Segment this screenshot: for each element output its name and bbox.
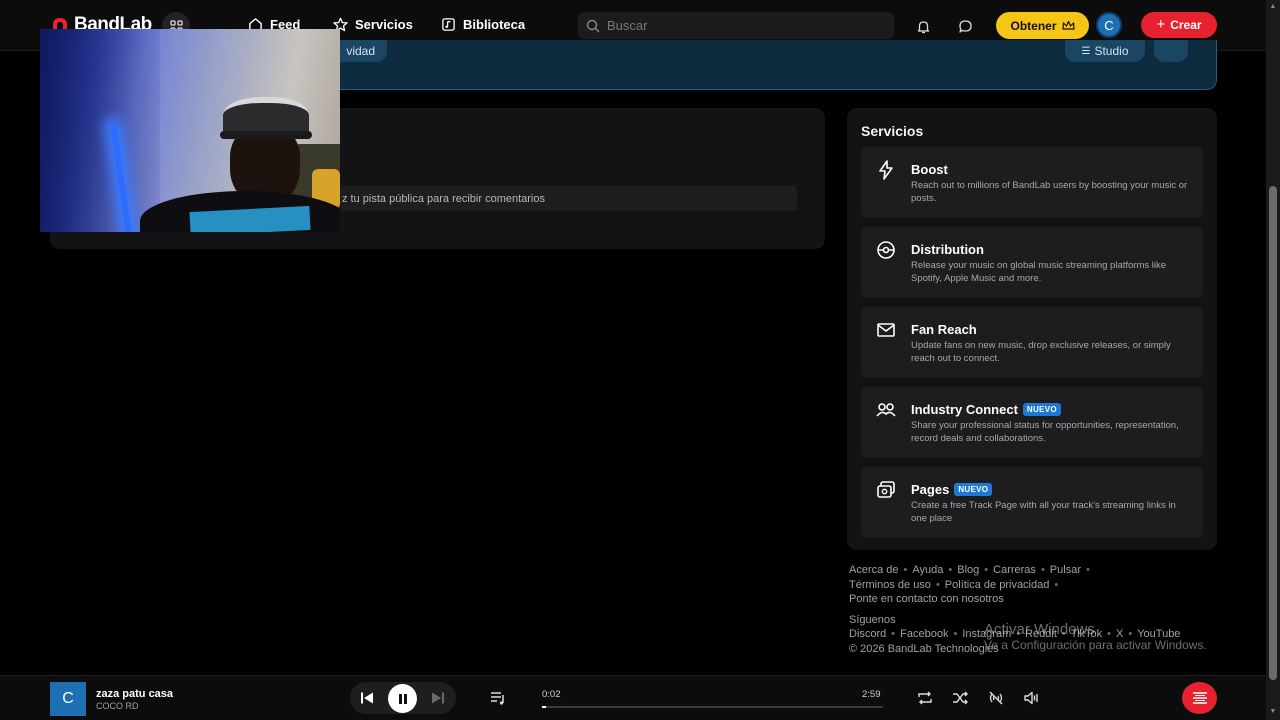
banner-left-pill-label: vidad — [346, 44, 375, 58]
copyright: © 2026 BandLab Technologies — [849, 642, 999, 655]
footer-link-contact[interactable]: Ponte en contacto con nosotros — [849, 592, 1004, 607]
pages-icon — [877, 481, 895, 498]
footer-row-3: Ponte en contacto con nosotros — [849, 592, 1229, 607]
chat-bubble-icon — [958, 19, 972, 33]
banner-studio-pill[interactable]: ☰ Studio — [1065, 40, 1145, 62]
next-track-icon[interactable] — [430, 690, 446, 706]
follow-label: Síguenos — [849, 613, 896, 626]
service-description: Create a free Track Page with all your t… — [911, 500, 1176, 524]
track-cover[interactable]: C — [50, 682, 86, 716]
windows-activation-watermark: Activar Windows Ve a Configuración para … — [984, 621, 1207, 652]
shuffle-icon[interactable] — [952, 690, 968, 706]
previous-track-icon[interactable] — [359, 690, 375, 706]
bell-icon — [917, 20, 929, 33]
bolt-icon — [879, 160, 893, 180]
social-facebook[interactable]: Facebook — [900, 627, 948, 642]
service-description: Release your music on global music strea… — [911, 260, 1167, 284]
service-name: Distribution — [911, 242, 984, 257]
footer-link-help[interactable]: Ayuda — [912, 563, 943, 578]
service-boost[interactable]: Boost Reach out to millions of BandLab u… — [861, 147, 1203, 218]
volume-icon[interactable] — [1023, 690, 1039, 706]
player-menu-button[interactable] — [1182, 682, 1217, 714]
watermark-line-2: Ve a Configuración para activar Windows. — [984, 638, 1207, 652]
footer-link-blog[interactable]: Blog — [957, 563, 979, 578]
service-pages[interactable]: Pages NUEVO Create a free Track Page wit… — [861, 467, 1203, 538]
queue-icon[interactable] — [490, 690, 506, 706]
footer-link-privacy[interactable]: Política de privacidad — [945, 578, 1050, 593]
service-name: Boost — [911, 162, 948, 177]
service-distribution[interactable]: Distribution Release your music on globa… — [861, 227, 1203, 298]
search-bar[interactable] — [578, 12, 894, 39]
radio-off-icon[interactable] — [988, 690, 1004, 706]
handshake-icon — [876, 403, 896, 417]
service-description: Update fans on new music, drop exclusive… — [911, 340, 1171, 364]
footer-link-about[interactable]: Acerca de — [849, 563, 899, 578]
new-badge: NUEVO — [1022, 403, 1061, 416]
service-industry-connect[interactable]: Industry Connect NUEVO Share your profes… — [861, 387, 1203, 458]
service-name: Pages NUEVO — [911, 482, 993, 497]
studio-icon: ☰ — [1081, 45, 1091, 57]
messages-button[interactable] — [955, 16, 975, 36]
scroll-up-arrow-icon[interactable]: ▲ — [1269, 3, 1277, 11]
create-label: Crear — [1170, 18, 1202, 32]
track-title[interactable]: zaza patu casa — [96, 688, 173, 700]
banner-studio-label: Studio — [1094, 44, 1129, 58]
scrollbar-thumb[interactable] — [1269, 186, 1277, 680]
service-fan-reach[interactable]: Fan Reach Update fans on new music, drop… — [861, 307, 1203, 378]
plus-icon: + — [1156, 16, 1166, 33]
avatar-initial: C — [1104, 17, 1114, 33]
nav-services[interactable]: Servicios — [333, 17, 413, 32]
pause-button[interactable] — [388, 684, 417, 713]
webcam-overlay — [40, 29, 340, 232]
current-time: 0:02 — [542, 689, 561, 700]
progress-fill — [542, 706, 546, 708]
services-title: Servicios — [861, 123, 924, 139]
new-badge: NUEVO — [954, 483, 993, 496]
obtain-membership-button[interactable]: Obtener — [996, 12, 1089, 39]
nav-services-label: Servicios — [355, 17, 413, 32]
watermark-line-1: Activar Windows — [984, 621, 1095, 638]
track-artist[interactable]: COCO RD — [96, 701, 139, 711]
menu-list-icon — [1192, 692, 1207, 704]
social-discord[interactable]: Discord — [849, 627, 886, 642]
progress-bar[interactable] — [542, 706, 883, 708]
search-input[interactable] — [607, 18, 867, 33]
nav-library-label: Biblioteca — [463, 17, 526, 32]
search-icon — [586, 19, 600, 32]
banner-extra-pill[interactable] — [1154, 40, 1188, 62]
obtain-label: Obtener — [1010, 18, 1057, 33]
nav-library[interactable]: Biblioteca — [441, 17, 525, 32]
mail-icon — [877, 323, 895, 337]
public-track-hint[interactable]: z tu pista pública para recibir comentar… — [340, 186, 797, 211]
scroll-down-arrow-icon[interactable]: ▼ — [1269, 708, 1277, 716]
footer-link-careers[interactable]: Carreras — [993, 563, 1036, 578]
repeat-icon[interactable] — [917, 690, 933, 706]
globe-icon — [877, 241, 895, 259]
notifications-button[interactable] — [913, 16, 933, 36]
public-track-hint-text: z tu pista pública para recibir comentar… — [342, 192, 545, 205]
service-description: Reach out to millions of BandLab users b… — [911, 180, 1188, 204]
pause-icon — [398, 693, 407, 704]
crown-icon — [1061, 20, 1075, 30]
footer-link-terms[interactable]: Términos de uso — [849, 578, 931, 593]
page-scrollbar[interactable]: ▲ ▼ — [1266, 0, 1280, 720]
services-panel: Servicios Boost Reach out to millions of… — [847, 108, 1217, 550]
audio-player: C zaza patu casa COCO RD 0:02 2:59 — [0, 675, 1266, 720]
total-time: 2:59 — [862, 689, 881, 700]
cover-initial: C — [62, 690, 74, 707]
footer-row-2: Términos de uso • Política de privacidad • — [849, 578, 1059, 593]
library-icon — [442, 18, 455, 31]
create-button[interactable]: + Crear — [1141, 12, 1217, 38]
user-avatar[interactable]: C — [1096, 12, 1122, 38]
footer-row-1: Acerca de • Ayuda • Blog • Carreras • Pulsar… — [849, 563, 1090, 578]
playback-controls — [350, 682, 456, 714]
service-name: Industry Connect NUEVO — [911, 402, 1061, 417]
service-name: Fan Reach — [911, 322, 977, 337]
footer-link-pulsar[interactable]: Pulsar — [1050, 563, 1081, 578]
service-description: Share your professional status for oppor… — [911, 420, 1179, 444]
